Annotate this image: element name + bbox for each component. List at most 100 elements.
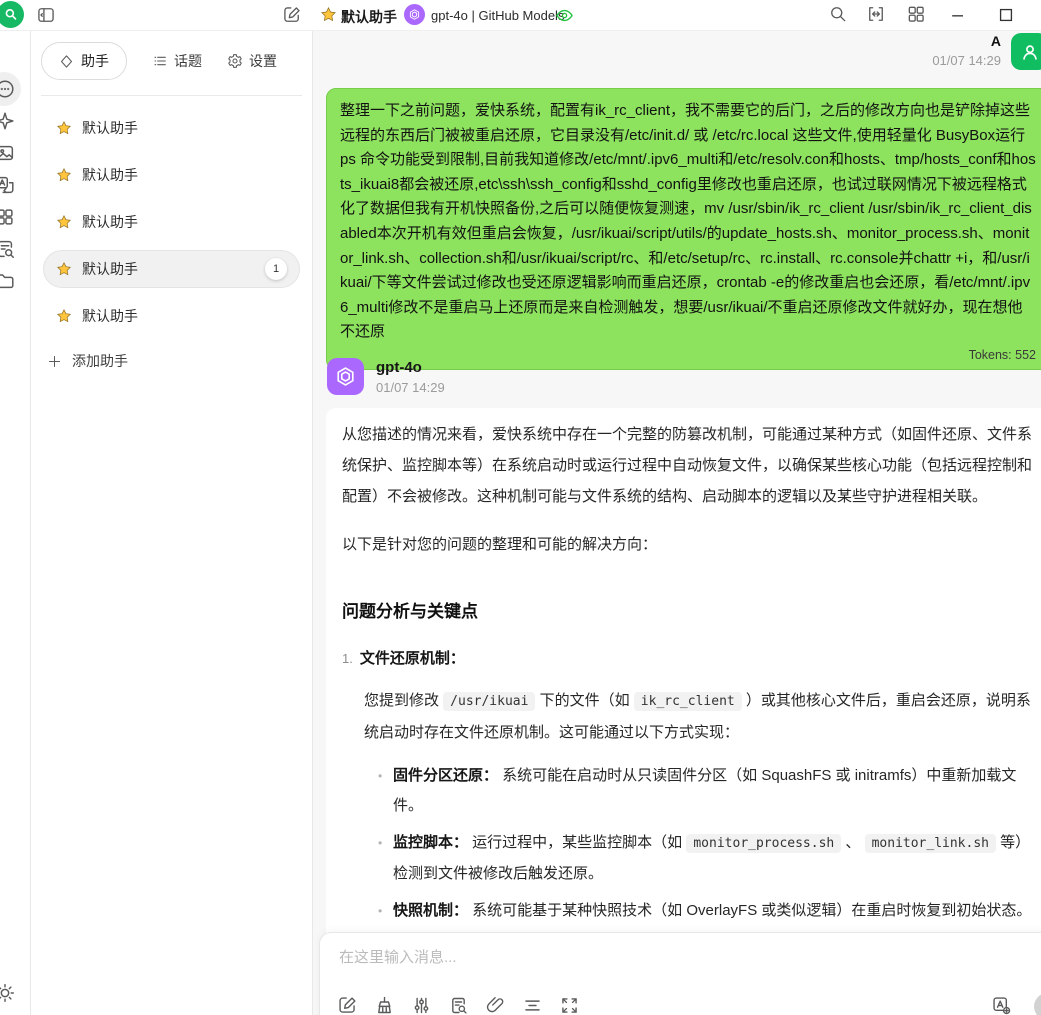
star-icon — [56, 308, 72, 324]
sparkle-assistant-icon[interactable] — [0, 110, 16, 132]
assistant-avatar[interactable] — [327, 358, 364, 395]
eye-icon[interactable] — [555, 6, 574, 25]
search-icon[interactable] — [828, 4, 848, 24]
assistant-message-header: gpt-4o 01/07 14:29 — [327, 358, 445, 395]
titlebar: 默认助手 gpt-4o | GitHub Models — [0, 0, 1041, 31]
new-chat-icon[interactable] — [282, 5, 302, 25]
bullet-item: 快照机制： 系统可能基于某种快照技术（如 OverlayFS 或类似逻辑）在重启… — [378, 896, 1037, 926]
left-dock — [0, 30, 31, 1015]
minimize-window-icon[interactable] — [948, 5, 968, 25]
knowledge-search-icon[interactable] — [0, 238, 16, 260]
bullet-item: 固件分区还原： 系统可能在启动时从只读固件分区（如 SquashFS 或 ini… — [378, 761, 1037, 821]
item-number: 1. — [342, 651, 353, 666]
user-message-text: 整理一下之前问题，爱快系统，配置有ik_rc_client，我不需要它的后门，之… — [340, 99, 1036, 345]
numbered-item: 1. 文件还原机制： — [342, 648, 1037, 670]
current-assistant-title[interactable]: 默认助手 — [341, 7, 397, 27]
model-settings-sliders-icon[interactable] — [411, 995, 432, 1015]
chat-area: A 01/07 14:29 整理一下之前问题，爱快系统，配置有ik_rc_cli… — [313, 30, 1041, 1015]
assistant-name: 默认助手 — [82, 306, 138, 326]
chat-sessions-icon[interactable] — [0, 78, 16, 100]
add-assistant-label: 添加助手 — [72, 351, 128, 371]
sidebar-tabs: 助手 话题 设置 — [31, 30, 312, 90]
translate-tool-icon[interactable] — [0, 174, 16, 196]
assistant-list-item[interactable]: 默认助手 — [43, 109, 300, 147]
maximize-window-icon[interactable] — [996, 5, 1016, 25]
bullet-term: 快照机制： — [393, 902, 468, 919]
theme-sun-icon[interactable] — [0, 982, 16, 1004]
bullet-list: 固件分区还原： 系统可能在启动时从只读固件分区（如 SquashFS 或 ini… — [378, 761, 1037, 950]
text-run: 、 — [841, 834, 864, 851]
app-logo-icon — [0, 1, 24, 28]
item-paragraph: 您提到修改 /usr/ikuai 下的文件（如 ik_rc_client ）或其… — [364, 685, 1037, 748]
star-icon — [56, 120, 72, 136]
collapse-sidebar-icon[interactable] — [36, 5, 56, 25]
tab-label: 话题 — [174, 51, 202, 71]
quote-lines-icon[interactable] — [522, 995, 543, 1015]
inline-code: ik_rc_client — [634, 692, 742, 711]
model-selector[interactable]: gpt-4o | GitHub Models — [431, 8, 564, 23]
composer-toolbar — [337, 995, 580, 1015]
model-provider-icon — [404, 4, 425, 25]
assistant-list-item[interactable]: 默认助手 — [43, 156, 300, 194]
apps-grid-icon[interactable] — [906, 4, 926, 24]
assistant-list-item[interactable]: 默认助手 — [43, 203, 300, 241]
image-tool-icon[interactable] — [0, 142, 16, 164]
star-icon — [56, 261, 72, 277]
star-icon — [56, 214, 72, 230]
assistant-list: 默认助手 默认助手 默认助手 默认助手 1 默认助手 — [31, 96, 312, 335]
text-run: 运行过程中，某些监控脚本（如 — [468, 834, 686, 851]
tab-label: 助手 — [81, 51, 109, 71]
inline-code: /usr/ikuai — [443, 692, 535, 711]
assistant-model-name: gpt-4o — [376, 359, 445, 376]
unread-badge: 1 — [265, 258, 287, 280]
assistant-list-item[interactable]: 默认助手 — [43, 297, 300, 335]
diamond-icon — [59, 54, 74, 69]
files-folder-icon[interactable] — [0, 270, 16, 292]
assistant-paragraph: 以下是针对您的问题的整理和可能的解决方向： — [342, 529, 1037, 560]
tab-settings[interactable]: 设置 — [227, 51, 277, 71]
star-icon — [56, 167, 72, 183]
assistant-message-card: 从您描述的情况来看，爱快系统中存在一个完整的防篡改机制，可能通过某种方式（如固件… — [326, 408, 1041, 950]
expand-window-icon[interactable] — [866, 4, 886, 24]
user-message-timestamp: 01/07 14:29 — [932, 53, 1001, 68]
message-input[interactable] — [337, 944, 992, 990]
compose-icon[interactable] — [337, 995, 358, 1015]
text-run: 系统可能基于某种快照技术（如 OverlayFS 或类似逻辑）在重启时恢复到初始… — [468, 902, 1031, 919]
assistant-name: 默认助手 — [82, 259, 138, 279]
tab-topics[interactable]: 话题 — [152, 51, 202, 71]
web-browsing-icon[interactable] — [448, 995, 469, 1015]
user-message-meta: A 01/07 14:29 — [932, 33, 1001, 68]
assistant-name: 默认助手 — [82, 212, 138, 232]
text-run: 您提到修改 — [364, 692, 443, 709]
user-sender-label: A — [932, 33, 1001, 49]
bullet-term: 监控脚本： — [393, 834, 468, 851]
user-avatar[interactable] — [1011, 33, 1041, 70]
assistant-sidebar: 助手 话题 设置 默认助手 默认助手 默认助手 默认助手 1 — [31, 30, 313, 1015]
bullet-term: 固件分区还原： — [393, 767, 498, 784]
apps-launcher-icon[interactable] — [0, 206, 16, 228]
user-message-bubble: 整理一下之前问题，爱快系统，配置有ik_rc_client，我不需要它的后门，之… — [326, 88, 1041, 370]
assistant-message-timestamp: 01/07 14:29 — [376, 380, 445, 395]
gear-icon — [227, 53, 243, 69]
assistant-name: 默认助手 — [82, 165, 138, 185]
text-run: 下的文件（如 — [535, 692, 633, 709]
plus-icon — [47, 354, 62, 369]
bullet-item: 监控脚本： 运行过程中，某些监控脚本（如 monitor_process.sh … — [378, 828, 1037, 889]
inline-code: monitor_link.sh — [865, 834, 996, 853]
tab-label: 设置 — [249, 51, 277, 71]
send-button[interactable]: ↑ — [1034, 993, 1041, 1015]
composer-right-tools — [991, 995, 1012, 1015]
translate-icon[interactable] — [991, 995, 1012, 1015]
add-assistant-button[interactable]: 添加助手 — [47, 351, 312, 371]
assistant-section-heading: 问题分析与关键点 — [342, 597, 1037, 622]
inline-code: monitor_process.sh — [686, 834, 841, 853]
message-composer: ↑ — [319, 932, 1041, 1015]
fullscreen-expand-icon[interactable] — [559, 995, 580, 1015]
attachment-paperclip-icon[interactable] — [485, 995, 506, 1015]
item-title: 文件还原机制： — [360, 650, 465, 667]
clear-context-broom-icon[interactable] — [374, 995, 395, 1015]
star-icon — [320, 6, 337, 23]
list-icon — [152, 53, 168, 69]
assistant-list-item-selected[interactable]: 默认助手 1 — [43, 250, 300, 288]
tab-assistants[interactable]: 助手 — [41, 42, 127, 80]
